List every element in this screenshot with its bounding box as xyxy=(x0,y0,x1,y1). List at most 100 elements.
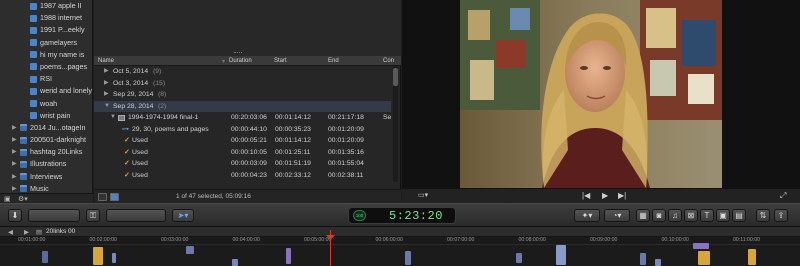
rating-buttons[interactable] xyxy=(28,209,80,222)
background-tasks-badge[interactable]: 100 xyxy=(353,210,366,221)
filmstrip-icon[interactable]: ▣ xyxy=(4,195,11,203)
filmstrip-area[interactable] xyxy=(94,0,401,56)
library-item[interactable]: 1987 apple II xyxy=(0,0,92,12)
disclosure-triangle-icon[interactable]: ▶ xyxy=(12,171,17,183)
enhancements-button[interactable]: ✦▾ xyxy=(574,209,600,222)
disclosure-triangle-icon[interactable]: ▶ xyxy=(12,122,17,134)
timeline-clip[interactable] xyxy=(640,253,646,265)
dashboard-timecode[interactable]: 100 5:23:20 xyxy=(348,207,456,224)
disclosure-triangle-icon[interactable]: ▶ xyxy=(12,146,17,158)
timeline-clip[interactable] xyxy=(232,259,238,266)
scrollbar-thumb[interactable] xyxy=(393,68,398,86)
inspector-button[interactable]: ⇅ xyxy=(756,209,770,222)
library-item[interactable]: gamelayers xyxy=(0,37,92,49)
list-row[interactable]: ✓ Used 00:00:03:09 00:01:51:19 00:01:55:04 xyxy=(94,158,391,170)
event-star-icon xyxy=(30,2,37,10)
library-item[interactable]: ▶ 2014 Ju...otageIn xyxy=(0,122,92,134)
timeline-clip[interactable] xyxy=(186,246,194,254)
timeline-clip[interactable] xyxy=(286,248,291,264)
list-scrollbar[interactable] xyxy=(393,66,398,182)
column-duration[interactable]: Duration xyxy=(229,58,252,64)
timeline-clip[interactable] xyxy=(42,251,48,263)
library-item[interactable]: hi my name is xyxy=(0,49,92,61)
transitions-button[interactable]: ⊠ xyxy=(684,209,698,222)
resize-handle[interactable] xyxy=(234,52,242,55)
next-frame-icon[interactable]: ▶| xyxy=(618,191,626,200)
list-row[interactable]: ▶ Sep 29, 2014 (8) xyxy=(94,89,391,101)
folder-icon xyxy=(20,124,27,132)
library-item[interactable]: wrist pain xyxy=(0,110,92,122)
library-item[interactable]: 1991 P...eekly xyxy=(0,24,92,36)
library-item[interactable]: ▶ Illustrations xyxy=(0,158,92,170)
library-item[interactable]: poems...pages xyxy=(0,61,92,73)
retime-button[interactable]: ◔▾ xyxy=(604,209,630,222)
library-item[interactable]: RSI xyxy=(0,73,92,85)
list-row[interactable]: ▶ Oct 3, 2014 (15) xyxy=(94,78,391,90)
titles-button[interactable]: T xyxy=(700,209,714,222)
column-name[interactable]: Name xyxy=(98,58,114,64)
play-icon[interactable]: ▶ xyxy=(602,191,608,200)
keyword-button[interactable]: ⚿ xyxy=(86,209,100,222)
photo-browser-button[interactable]: ◙ xyxy=(652,209,666,222)
column-start[interactable]: Start xyxy=(274,58,287,64)
timeline-ruler[interactable]: 00:01:00:00 00:02:00:00 00:03:00:00 00:04:0… xyxy=(0,237,800,245)
list-row[interactable]: ✓ Used 00:00:05:21 00:01:14:12 00:01:20:09 xyxy=(94,135,391,147)
list-row[interactable]: ⊶ 29, 30, poems and pages 00:00:44:10 00:00… xyxy=(94,124,391,136)
gear-icon[interactable]: ⚙▾ xyxy=(18,195,28,203)
disclosure-triangle-icon[interactable]: ▶ xyxy=(12,134,17,146)
effects-browser-button[interactable]: ▦ xyxy=(636,209,650,222)
edit-buttons[interactable] xyxy=(106,209,166,222)
library-item[interactable]: ▶ Music xyxy=(0,183,92,193)
disclosure-triangle-icon[interactable]: ▶ xyxy=(104,66,109,78)
sliders-icon: ⇅ xyxy=(759,211,767,220)
list-row[interactable]: ▼ Sep 28, 2014 (2) xyxy=(94,100,391,113)
share-button[interactable]: ⇪ xyxy=(774,209,788,222)
timeline-clip[interactable] xyxy=(698,251,710,265)
event-star-icon xyxy=(30,14,37,22)
disclosure-triangle-icon[interactable]: ▶ xyxy=(104,78,109,90)
disclosure-triangle-icon[interactable]: ▶ xyxy=(12,158,17,170)
back-arrow-icon[interactable]: ◀ xyxy=(8,228,13,236)
disclosure-triangle-icon[interactable]: ▶ xyxy=(104,89,109,101)
disclosure-triangle-icon[interactable]: ▶ xyxy=(12,183,17,193)
timeline-clip[interactable] xyxy=(556,245,566,265)
clip-duration: 00:00:44:10 xyxy=(231,125,267,133)
previous-frame-icon[interactable]: |◀ xyxy=(582,191,590,200)
library-item[interactable]: woah xyxy=(0,98,92,110)
library-item[interactable]: ▶ Interviews xyxy=(0,171,92,183)
timeline-clip[interactable] xyxy=(112,253,116,263)
list-row[interactable]: ✓ Used 00:00:10:05 00:01:25:11 00:01:35:16 xyxy=(94,147,391,159)
import-button[interactable]: ⬇ xyxy=(8,209,22,222)
column-content[interactable]: Con xyxy=(383,58,394,64)
music-browser-button[interactable]: ♫ xyxy=(668,209,682,222)
list-view-icon[interactable] xyxy=(110,193,119,201)
timeline-clip[interactable] xyxy=(405,251,411,265)
timeline-tracks[interactable] xyxy=(0,243,800,266)
disclosure-triangle-icon[interactable]: ▼ xyxy=(110,112,116,124)
filmstrip-view-icon[interactable] xyxy=(98,193,107,201)
viewer-options-icon[interactable]: ▭▾ xyxy=(418,191,428,199)
timeline-clip[interactable] xyxy=(655,259,661,266)
library-item[interactable]: ▶ hashtag 20Links xyxy=(0,146,92,158)
viewer-footer: ▭▾ |◀ ▶ ▶| ⤢ xyxy=(402,188,800,203)
timeline-clip[interactable] xyxy=(748,249,756,265)
playhead[interactable] xyxy=(330,230,331,266)
timeline-clip[interactable] xyxy=(516,253,522,263)
event-star-icon xyxy=(30,51,37,59)
fullscreen-icon[interactable]: ⤢ xyxy=(780,191,786,201)
column-end[interactable]: End xyxy=(328,58,339,64)
themes-button[interactable]: ▤ xyxy=(732,209,746,222)
tool-select-button[interactable]: ➤▾ xyxy=(172,209,194,222)
forward-arrow-icon[interactable]: ▶ xyxy=(24,228,29,236)
disclosure-triangle-icon[interactable]: ▼ xyxy=(104,101,110,113)
timeline-clip[interactable] xyxy=(93,247,103,265)
library-item[interactable]: werid and lonely xyxy=(0,85,92,97)
generators-button[interactable]: ▣ xyxy=(716,209,730,222)
list-row[interactable]: ✓ Used 00:00:04:23 00:02:33:12 00:02:38:11 xyxy=(94,170,391,182)
library-item[interactable]: ▶ 200501-darknight xyxy=(0,134,92,146)
library-item[interactable]: 1988 internet xyxy=(0,12,92,24)
list-row[interactable]: ▼ 1994-1974-1994 final-1 00:20:03:06 00:01:… xyxy=(94,112,391,124)
timeline-clip[interactable] xyxy=(693,243,709,249)
generators-icon: ▣ xyxy=(719,211,727,220)
list-row[interactable]: ▶ Oct 5, 2014 (9) xyxy=(94,66,391,78)
